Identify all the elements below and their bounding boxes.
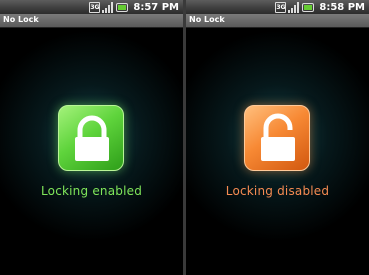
battery-icon [116, 2, 129, 12]
status-bar: 3G 8:57 PM [0, 0, 183, 14]
screen-locking-disabled: 3G 8:58 PM No Lock Locking disabled [186, 0, 369, 275]
main-content: Locking disabled [186, 16, 369, 275]
signal-icon [102, 1, 114, 13]
lock-status-label: Locking enabled [40, 184, 143, 198]
padlock-open-icon [261, 113, 295, 161]
main-content: Locking enabled [0, 16, 183, 275]
lock-toggle-button[interactable] [244, 105, 310, 171]
status-time: 8:58 PM [319, 1, 365, 13]
battery-icon [302, 2, 315, 12]
padlock-closed-icon [75, 115, 109, 161]
lock-toggle-button[interactable] [58, 105, 124, 171]
app-title: No Lock [189, 15, 225, 24]
screen-locking-enabled: 3G 8:57 PM No Lock Locking enabled [0, 0, 183, 275]
3g-icon: 3G [275, 1, 287, 13]
status-bar: 3G 8:58 PM [186, 0, 369, 14]
3g-icon: 3G [89, 1, 101, 13]
app-title: No Lock [3, 15, 39, 24]
signal-icon [288, 1, 300, 13]
status-time: 8:57 PM [133, 1, 179, 13]
lock-status-label: Locking disabled [225, 184, 330, 198]
